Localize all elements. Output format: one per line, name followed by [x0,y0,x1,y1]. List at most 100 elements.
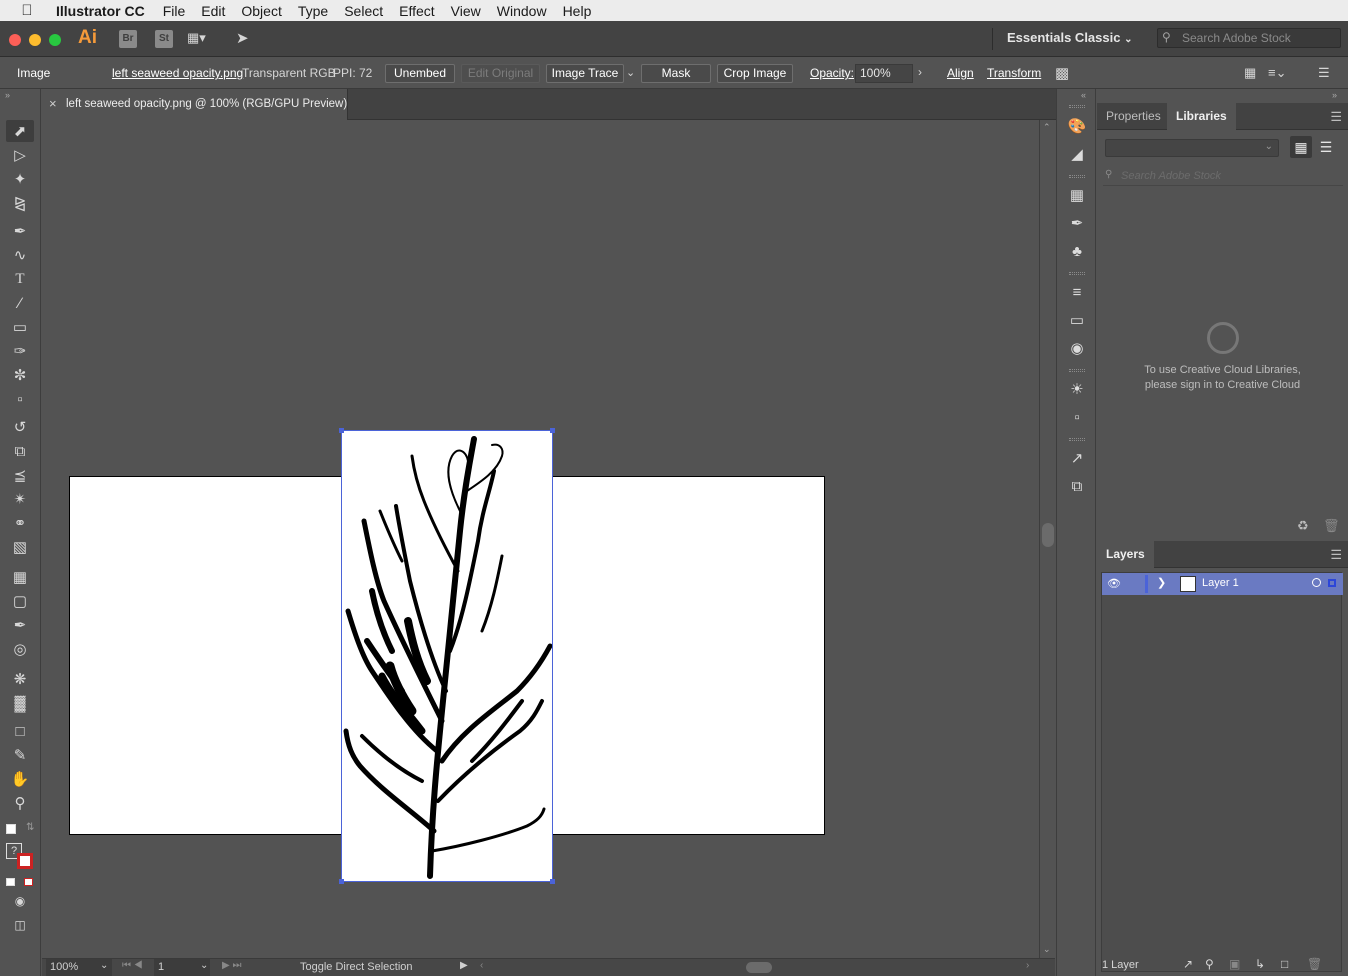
arrange-icon[interactable]: ▦ [1244,65,1256,81]
expand-panels-icon[interactable]: « [1081,90,1086,100]
graphic-styles-panel-icon[interactable]: ▫ [1067,407,1087,427]
search-stock-input[interactable]: Search Adobe Stock [1157,28,1341,48]
curvature-tool-icon[interactable]: ∿ [6,244,34,266]
linked-file-link[interactable]: left seaweed opacity.png [112,66,243,80]
delete-layer-icon[interactable]: 🗑 [1307,957,1322,971]
trash-icon[interactable]: 🗑 [1323,518,1340,534]
locate-object-icon[interactable]: ⚲ [1205,957,1214,971]
image-trace-dropdown-icon[interactable]: ⌄ [626,66,635,79]
mask-button[interactable]: Mask [641,64,711,83]
menu-help[interactable]: Help [555,3,600,19]
isolate-object-icon[interactable]: ▩ [1055,64,1069,82]
resize-handle-top-left[interactable] [339,428,344,433]
control-menu-icon[interactable]: ☰ [1318,65,1330,81]
panel-grip[interactable] [1069,369,1085,372]
blend-tool-icon[interactable]: ◎ [6,638,34,660]
bridge-button[interactable]: Br [119,30,137,48]
next-artboard-icon[interactable]: ▶ ⏭ [222,960,241,971]
slice-tool-icon[interactable]: ✎ [6,744,34,766]
width-tool-icon[interactable]: ⪳ [6,464,34,486]
horizontal-scroll-thumb[interactable] [746,962,772,973]
status-menu-icon[interactable]: ▶ [460,960,468,971]
tab-libraries[interactable]: Libraries [1167,103,1236,130]
library-dropdown[interactable]: ⌄ [1105,139,1279,157]
panel-grip[interactable] [1069,438,1085,441]
screen-mode-icon[interactable]: ◫ [6,914,34,936]
magic-wand-tool-icon[interactable]: ✦ [6,168,34,190]
resize-handle-top-right[interactable] [550,428,555,433]
rectangle-tool-icon[interactable]: ▭ [6,316,34,338]
eraser-tool-icon[interactable]: ▫ [6,388,34,410]
gradient-panel-icon[interactable]: ▭ [1067,310,1087,330]
menu-type[interactable]: Type [290,3,336,19]
swatches-panel-icon[interactable]: ▦ [1067,185,1087,205]
selection-tool-icon[interactable]: ⬈ [6,120,34,142]
transform-link[interactable]: Transform [987,66,1041,80]
layer-selection-indicator[interactable] [1328,579,1336,587]
document-tab[interactable]: × left seaweed opacity.png @ 100% (RGB/G… [42,89,348,120]
default-fill-stroke-icon[interactable] [6,824,16,834]
vertical-scroll-thumb[interactable] [1042,523,1054,547]
opacity-input[interactable]: 100% [855,64,913,83]
gpu-performance-icon[interactable]: ➤ [236,29,249,47]
lasso-tool-icon[interactable]: ⧎ [6,192,34,214]
layer-target-icon[interactable] [1312,578,1321,587]
paintbrush-tool-icon[interactable]: ✑ [6,340,34,362]
gradient-tool-icon[interactable]: ▢ [6,590,34,612]
line-tool-icon[interactable]: ∕ [6,292,34,314]
close-window-button[interactable] [9,34,21,46]
chevron-right-icon[interactable]: › [918,65,922,79]
hand-tool-icon[interactable]: ✋ [6,768,34,790]
vertical-scrollbar[interactable]: ⌃ ⌄ [1039,120,1055,958]
placed-image[interactable] [339,428,555,884]
close-icon[interactable]: × [49,96,57,111]
zoom-window-button[interactable] [49,34,61,46]
tab-layers[interactable]: Layers [1097,541,1154,568]
scroll-left-icon[interactable]: ‹ [480,960,483,971]
expand-layer-icon[interactable]: ❯ [1157,576,1166,589]
unembed-button[interactable]: Unembed [385,64,455,83]
layer-row[interactable]: 👁 ❯ Layer 1 [1102,573,1343,595]
menu-window[interactable]: Window [489,3,555,19]
first-artboard-icon[interactable]: ⏮ ◀ [122,960,143,971]
panel-grip[interactable] [1069,105,1085,108]
resize-handle-bottom-left[interactable] [339,879,344,884]
export-panel-icon[interactable]: ↗ [1067,448,1087,468]
pen-tool-icon[interactable]: ✒ [6,220,34,242]
scroll-up-icon[interactable]: ⌃ [1043,122,1051,133]
menu-file[interactable]: File [155,3,194,19]
shape-builder-tool-icon[interactable]: ⚭ [6,512,34,534]
list-view-icon[interactable]: ☰ [1315,136,1337,158]
stroke-swatch-icon[interactable] [17,853,33,869]
eyedropper-tool-icon[interactable]: ✒ [6,614,34,636]
zoom-tool-icon[interactable]: ⚲ [6,792,34,814]
artboard-dropdown-icon[interactable]: ⌄ [200,960,208,971]
brushes-panel-icon[interactable]: ✒ [1067,213,1087,233]
clipping-mask-icon[interactable]: ▣ [1229,957,1240,971]
new-sublayer-icon[interactable]: ↳ [1255,957,1265,971]
color-mode-icon[interactable] [6,878,15,886]
workspace-switcher[interactable]: Essentials Classic ⌄ [1007,30,1132,45]
menu-object[interactable]: Object [233,3,289,19]
edit-original-button[interactable]: Edit Original [461,64,540,83]
tab-properties[interactable]: Properties [1097,103,1170,130]
draw-mode-icon[interactable]: ◉ [6,890,34,912]
eye-icon[interactable]: 👁 [1107,577,1121,590]
stock-button[interactable]: St [155,30,173,48]
collapse-dock-icon[interactable]: » [1332,90,1337,100]
transparency-panel-icon[interactable]: ◉ [1067,338,1087,358]
opacity-label[interactable]: Opacity: [810,66,854,80]
resize-handle-bottom-right[interactable] [550,879,555,884]
collapse-toolbar-icon[interactable]: » [5,90,10,100]
layer-name[interactable]: Layer 1 [1202,577,1239,589]
panel-menu-icon[interactable]: ☰ [1330,109,1342,125]
shaper-tool-icon[interactable]: ✼ [6,364,34,386]
mesh-tool-icon[interactable]: ▦ [6,566,34,588]
layers-menu-icon[interactable]: ☰ [1330,547,1342,563]
perspective-grid-tool-icon[interactable]: ▧ [6,536,34,558]
direct-selection-tool-icon[interactable]: ▷ [6,144,34,166]
stroke-panel-icon[interactable]: ≡ [1067,282,1087,302]
appearance-panel-icon[interactable]: ☀ [1067,379,1087,399]
distribute-icon[interactable]: ≡⌄ [1268,65,1286,81]
library-search-input[interactable]: Search Adobe Stock [1103,166,1343,186]
